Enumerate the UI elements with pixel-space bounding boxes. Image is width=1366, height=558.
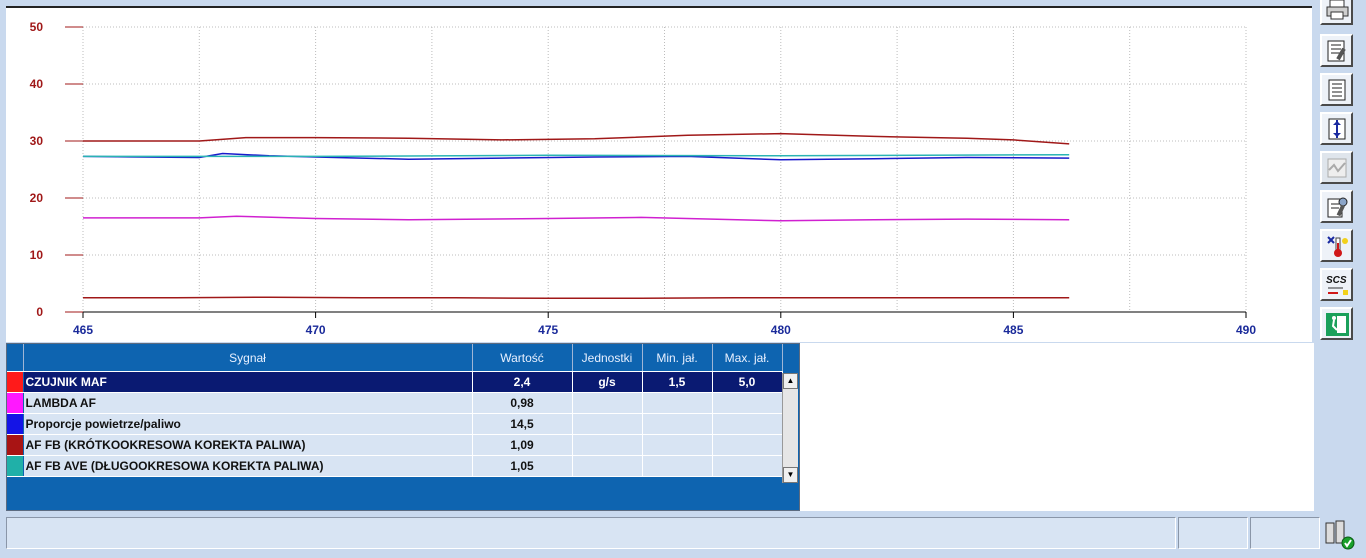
series-line-4 [83, 215, 1070, 222]
list-settings-icon [1327, 197, 1348, 218]
signal-min [642, 434, 713, 456]
series-color-swatch [7, 371, 24, 393]
series-color-swatch [7, 392, 24, 414]
y-tick-label: 20 [30, 191, 44, 205]
thermometer-icon [1327, 236, 1348, 257]
trigger-record-button[interactable] [1320, 112, 1353, 145]
y-tick-label: 30 [30, 134, 44, 148]
exit-button[interactable] [1320, 307, 1353, 340]
trigger-record-icon [1328, 118, 1346, 140]
y-tick-label: 10 [30, 248, 44, 262]
table-row[interactable]: CZUJNIK MAF 2,4 g/s 1,5 5,0 [7, 371, 783, 393]
status-bar [6, 515, 1358, 553]
signal-max [712, 455, 783, 477]
scs-label: SCS [1326, 275, 1347, 286]
table-row[interactable]: Proporcje powietrze/paliwo 14,5 [7, 413, 783, 435]
signal-max [712, 413, 783, 435]
right-toolbar: SCS [1316, 0, 1366, 512]
x-tick-label: 475 [538, 323, 558, 337]
x-tick-label: 465 [73, 323, 93, 337]
signal-min: 1,5 [642, 371, 713, 393]
series-color-swatch [7, 413, 24, 435]
data-list-settings-button[interactable] [1320, 34, 1353, 67]
signal-value: 0,98 [472, 392, 573, 414]
signal-name: AF FB AVE (DŁUGOOKRESOWA KOREKTA PALIWA) [23, 455, 473, 477]
signal-name: AF FB (KRÓTKOOKRESOWA KOREKTA PALIWA) [23, 434, 473, 456]
min-column-header[interactable]: Min. jał. [642, 344, 713, 372]
signal-max: 5,0 [712, 371, 783, 393]
y-tick-label: 0 [36, 305, 43, 319]
graph-button[interactable] [1320, 151, 1353, 184]
x-tick-label: 490 [1236, 323, 1256, 337]
signal-name: CZUJNIK MAF [23, 371, 473, 393]
scs-button[interactable]: SCS [1320, 268, 1353, 301]
series-color-swatch [7, 434, 24, 456]
color-column-header [7, 344, 24, 372]
series-line-5 [83, 296, 1070, 300]
print-icon [1326, 0, 1349, 20]
signal-name: LAMBDA AF [23, 392, 473, 414]
signal-value: 1,09 [472, 434, 573, 456]
signal-max [712, 434, 783, 456]
scroll-up-button[interactable]: ▲ [783, 373, 798, 389]
signal-value: 1,05 [472, 455, 573, 477]
signal-name: Proporcje powietrze/paliwo [23, 413, 473, 435]
signal-table-panel: Sygnał Wartość Jednostki Min. jał. Max. … [6, 343, 800, 511]
status-message-area [6, 517, 1176, 549]
signal-column-header[interactable]: Sygnał [23, 344, 473, 372]
signal-max [712, 392, 783, 414]
signal-table: Sygnał Wartość Jednostki Min. jał. Max. … [7, 344, 783, 477]
signal-units [572, 455, 643, 477]
chart-panel: 465 470 475 480 485 490 0 10 20 30 40 50 [6, 6, 1312, 342]
y-tick-label: 50 [30, 20, 44, 34]
series-line-1 [83, 132, 1070, 145]
list-settings-button[interactable] [1320, 190, 1353, 223]
line-chart: 465 470 475 480 485 490 0 10 20 30 40 50 [30, 20, 1257, 337]
signal-value: 14,5 [472, 413, 573, 435]
scs-icon: SCS [1326, 275, 1348, 295]
signal-units [572, 392, 643, 414]
value-column-header[interactable]: Wartość [472, 344, 573, 372]
table-row[interactable]: AF FB AVE (DŁUGOOKRESOWA KOREKTA PALIWA)… [7, 455, 783, 477]
data-list-settings-icon [1327, 40, 1346, 62]
main-window: 465 470 475 480 485 490 0 10 20 30 40 50 Sygnał War… [0, 0, 1316, 558]
units-column-header[interactable]: Jednostki [572, 344, 643, 372]
print-button[interactable] [1320, 0, 1353, 25]
temperature-button[interactable] [1320, 229, 1353, 262]
signal-min [642, 413, 713, 435]
series-color-swatch [7, 455, 24, 477]
table-row[interactable]: LAMBDA AF 0,98 [7, 392, 783, 414]
signal-min [642, 392, 713, 414]
x-tick-label: 480 [771, 323, 791, 337]
document-list-button[interactable] [1320, 73, 1353, 106]
status-panel-2 [1250, 517, 1320, 549]
signal-min [642, 455, 713, 477]
status-panel-1 [1178, 517, 1248, 549]
exit-icon [1326, 313, 1349, 336]
signal-units [572, 413, 643, 435]
signal-units [572, 434, 643, 456]
signal-value: 2,4 [472, 371, 573, 393]
table-row[interactable]: AF FB (KRÓTKOOKRESOWA KOREKTA PALIWA) 1,… [7, 434, 783, 456]
table-scrollbar[interactable]: ▲ ▼ [782, 373, 798, 483]
graph-disabled-icon [1327, 158, 1347, 178]
max-column-header[interactable]: Max. jał. [712, 344, 783, 372]
y-tick-label: 40 [30, 77, 44, 91]
scroll-down-button[interactable]: ▼ [783, 467, 798, 483]
series-line-3 [83, 153, 1070, 158]
connection-ok-icon [1325, 520, 1355, 550]
x-tick-label: 470 [306, 323, 326, 337]
signal-units: g/s [572, 371, 643, 393]
x-tick-label: 485 [1003, 323, 1023, 337]
empty-area [800, 343, 1314, 511]
document-list-icon [1328, 79, 1346, 101]
